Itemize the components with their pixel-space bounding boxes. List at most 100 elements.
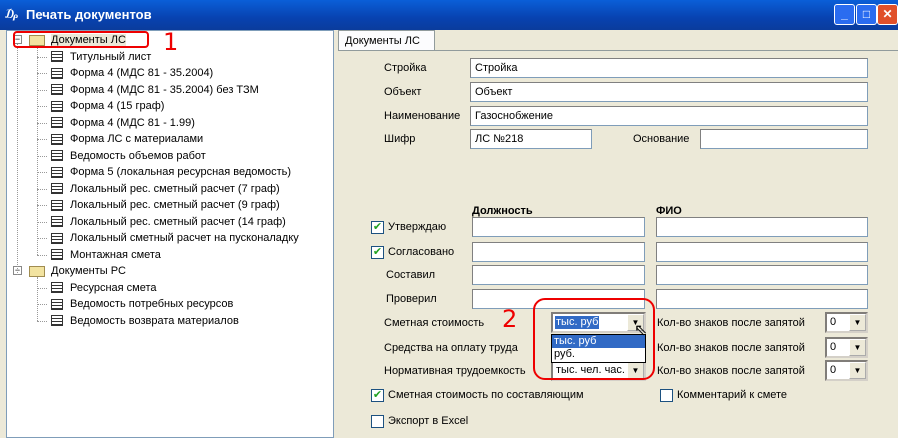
tree-item[interactable]: Локальный сметный расчет на пусконаладку [51,230,299,246]
by-components-label: Сметная стоимость по составляющим [388,389,584,401]
name-label: Наименование [384,110,461,122]
basis-input[interactable] [700,129,868,149]
document-icon [51,67,63,79]
tree-item-label: Форма 5 (локальная ресурсная ведомость) [70,166,292,178]
signer-checkbox[interactable]: ✔ [371,246,384,259]
tree-item[interactable]: Ведомость потребных ресурсов [51,296,233,312]
tree-item-label: Монтажная смета [70,248,161,261]
document-icon [51,249,63,261]
signer-checkbox[interactable]: ✔ [371,221,384,234]
object-input[interactable]: Объект [470,82,868,102]
annotation-1: 1 [163,28,179,56]
comment-label: Комментарий к смете [677,389,788,401]
fio-input[interactable] [656,265,868,285]
document-icon [51,232,63,244]
mouse-cursor-icon: ⇖ [634,322,648,339]
fio-input[interactable] [656,217,868,237]
signer-label: Утверждаю [388,221,447,233]
window-title: Печать документов [26,7,152,22]
tree-item-label: Форма 4 (15 граф) [70,100,165,112]
fio-header: ФИО [656,205,682,217]
fio-input[interactable] [656,242,868,262]
close-button[interactable]: ✕ [877,4,898,25]
tree-folder[interactable]: Документы РС [29,263,126,279]
tab-documents-ls[interactable]: Документы ЛС [338,30,435,51]
name-input[interactable]: Газоснобжение [470,106,868,126]
excel-checkbox[interactable] [371,415,384,428]
units-dropdown-list[interactable]: тыс. руб руб. [551,334,646,363]
dropdown-option[interactable]: тыс. руб [552,335,645,348]
object-label: Объект [384,86,422,98]
tree-item[interactable]: Форма 4 (МДС 81 - 35.2004) [51,65,213,81]
fio-input[interactable] [656,289,868,309]
decimals-value: 0 [830,341,837,353]
folder-icon [29,265,45,277]
stroika-label: Стройка [384,62,427,74]
stroika-input[interactable]: Стройка [470,58,868,78]
document-icon [51,100,63,112]
tree-item[interactable]: Форма 5 (локальная ресурсная ведомость) [51,164,291,180]
chevron-down-icon[interactable]: ▼ [849,362,866,379]
basis-label: Основание [633,133,690,145]
decimals-label: Кол-во знаков после запятой [657,317,805,329]
signer-label: Согласовано [388,246,455,258]
minimize-button[interactable]: _ [834,4,855,25]
title-bar[interactable]: ₯ Печать документов _ □ ✕ [0,0,898,30]
tree-item[interactable]: Ведомость возврата материалов [51,313,239,329]
document-icon [51,84,63,96]
dropdown-option[interactable]: руб. [552,348,645,361]
signer-label: Составил [386,269,436,281]
document-icon [51,166,63,178]
by-components-checkbox[interactable]: ✔ [371,389,384,402]
tree-item-label: Локальный рес. сметный расчет (9 граф) [70,199,280,211]
position-input[interactable] [472,217,645,237]
tree-item-label: Ведомость возврата материалов [70,314,239,327]
tree-item[interactable]: Ведомость объемов работ [51,148,206,164]
decimals-combo[interactable]: 0 ▼ [825,312,868,333]
position-input[interactable] [472,242,645,262]
tree-item-label: Форма 4 (МДС 81 - 35.2004) без ТЗМ [70,83,259,96]
decimals-label: Кол-во знаков после запятой [657,365,805,377]
annotation-2: 2 [502,305,518,333]
tree-item[interactable]: Ресурсная смета [51,280,157,296]
tree-folder-label: Документы РС [51,265,126,277]
tree-item-label: Локальный рес. сметный расчет (7 граф) [70,182,280,195]
chevron-down-icon[interactable]: ▼ [849,314,866,331]
tree-item[interactable]: Локальный рес. сметный расчет (7 граф) [51,181,280,197]
annotation-box-1 [13,31,149,48]
tree-item[interactable]: Форма 4 (МДС 81 - 1.99) [51,115,195,131]
tree-item[interactable]: Форма ЛС с материалами [51,131,203,147]
document-icon [51,150,63,162]
tree-item[interactable]: Титульный лист [51,49,151,65]
maximize-button[interactable]: □ [856,4,877,25]
tree-item-label: Ресурсная смета [70,281,157,294]
tree-item[interactable]: Локальный рес. сметный расчет (9 граф) [51,197,280,213]
document-icon [51,282,63,294]
tree-item[interactable]: Монтажная смета [51,247,161,263]
document-icon [51,133,63,145]
decimals-combo[interactable]: 0 ▼ [825,360,868,381]
signer-label: Проверил [386,293,437,305]
cipher-input[interactable]: ЛС №218 [470,129,592,149]
chevron-down-icon[interactable]: ▼ [849,339,866,356]
document-icon [51,298,63,310]
position-header: Должность [472,205,533,217]
decimals-value: 0 [830,316,837,328]
excel-label: Экспорт в Excel [388,415,469,427]
cipher-label: Шифр [384,133,416,145]
app-icon: ₯ [5,7,19,21]
tree-item[interactable]: Форма 4 (15 граф) [51,98,164,114]
tree-item-label: Форма 4 (МДС 81 - 1.99) [70,116,195,129]
comment-checkbox[interactable] [660,389,673,402]
document-icon [51,199,63,211]
document-icon [51,117,63,129]
tree-item[interactable]: Локальный рес. сметный расчет (14 граф) [51,214,286,230]
document-icon [51,216,63,228]
unit-label: Нормативная трудоемкость [384,365,526,377]
decimals-combo[interactable]: 0 ▼ [825,337,868,358]
position-input[interactable] [472,265,645,285]
tree-item[interactable]: Форма 4 (МДС 81 - 35.2004) без ТЗМ [51,82,259,98]
document-icon [51,51,63,63]
document-tree[interactable]: − Документы ЛС Титульный лист Форма 4 (МДС… [6,30,334,438]
decimals-value: 0 [830,364,837,376]
